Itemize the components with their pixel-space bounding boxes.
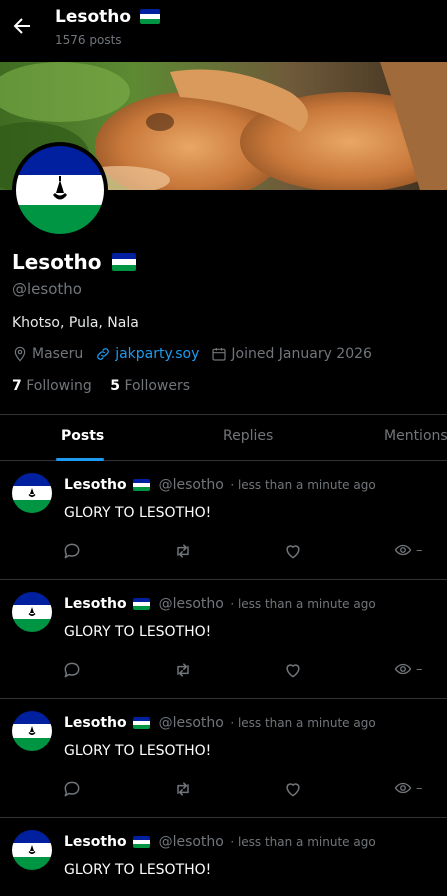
- post-author-name[interactable]: Lesotho: [64, 596, 127, 612]
- post-text: GLORY TO LESOTHO!: [64, 743, 212, 759]
- post-author-handle[interactable]: @lesotho: [159, 477, 224, 493]
- lesotho-flag-icon: [133, 717, 151, 729]
- post-text: GLORY TO LESOTHO!: [64, 862, 212, 878]
- follow-stats: 7 Following 5 Followers: [12, 378, 190, 394]
- eye-icon: [394, 544, 412, 556]
- lesotho-flag-icon: [133, 598, 151, 610]
- location: Maseru: [12, 346, 83, 362]
- post-avatar[interactable]: [12, 473, 52, 513]
- tab-mentions[interactable]: Mentions: [384, 428, 447, 444]
- view-count: –: [416, 661, 423, 677]
- profile-bio: Khotso, Pula, Nala: [12, 315, 139, 331]
- eye-icon: [394, 782, 412, 794]
- link-icon: [97, 348, 110, 360]
- joined-date: Joined January 2026: [211, 346, 372, 362]
- post-author-handle[interactable]: @lesotho: [159, 596, 224, 612]
- post-header: Lesotho @lesotho · less than a minute ag…: [64, 596, 376, 612]
- followers-link[interactable]: 5 Followers: [110, 378, 190, 394]
- repost-icon[interactable]: [173, 660, 193, 680]
- like-heart-icon[interactable]: [283, 779, 303, 799]
- post-header: Lesotho @lesotho · less than a minute ag…: [64, 477, 376, 493]
- followers-label: Followers: [124, 378, 191, 394]
- lesotho-flag-icon: [133, 836, 151, 848]
- post-header: Lesotho @lesotho · less than a minute ag…: [64, 834, 376, 850]
- profile-tabs: Posts Replies Mentions: [0, 414, 447, 461]
- post-author-handle[interactable]: @lesotho: [159, 834, 224, 850]
- post-timestamp[interactable]: · less than a minute ago: [230, 716, 375, 730]
- like-heart-icon[interactable]: [283, 660, 303, 680]
- post-author-handle[interactable]: @lesotho: [159, 715, 224, 731]
- post-text: GLORY TO LESOTHO!: [64, 624, 212, 640]
- post-header: Lesotho @lesotho · less than a minute ag…: [64, 715, 376, 731]
- post-avatar[interactable]: [12, 711, 52, 751]
- views[interactable]: –: [394, 541, 423, 559]
- lesotho-flag-icon: [112, 253, 137, 271]
- post-author-name[interactable]: Lesotho: [64, 715, 127, 731]
- joined-text: Joined January 2026: [231, 346, 372, 362]
- top-bar: Lesotho 1576 posts: [0, 0, 447, 62]
- eye-icon: [394, 663, 412, 675]
- followers-count: 5: [110, 378, 120, 394]
- profile-name-text: Lesotho: [12, 250, 102, 274]
- post-count: 1576 posts: [55, 33, 122, 47]
- post-text: GLORY TO LESOTHO!: [64, 505, 212, 521]
- tab-replies[interactable]: Replies: [223, 428, 273, 444]
- calendar-icon: [212, 348, 226, 361]
- lesotho-flag-icon: [140, 9, 160, 24]
- reply-icon[interactable]: [62, 541, 82, 561]
- post-item[interactable]: Lesotho @lesotho · less than a minute ag…: [0, 461, 447, 580]
- reply-icon[interactable]: [62, 660, 82, 680]
- website[interactable]: jakparty.soy: [95, 346, 199, 362]
- post-item[interactable]: Lesotho @lesotho · less than a minute ag…: [0, 580, 447, 699]
- post-item[interactable]: Lesotho @lesotho · less than a minute ag…: [0, 699, 447, 818]
- post-timestamp[interactable]: · less than a minute ago: [230, 478, 375, 492]
- reply-icon[interactable]: [62, 779, 82, 799]
- post-author-name[interactable]: Lesotho: [64, 834, 127, 850]
- post-avatar[interactable]: [12, 830, 52, 870]
- repost-icon[interactable]: [173, 779, 193, 799]
- back-arrow-icon[interactable]: [10, 14, 34, 38]
- profile-name: Lesotho: [12, 250, 137, 274]
- location-text: Maseru: [32, 346, 84, 362]
- post-timestamp[interactable]: · less than a minute ago: [230, 835, 375, 849]
- lesotho-flag-icon: [133, 479, 151, 491]
- post-item[interactable]: Lesotho @lesotho · less than a minute ag…: [0, 818, 447, 896]
- profile-avatar[interactable]: [12, 142, 108, 238]
- post-author-name[interactable]: Lesotho: [64, 477, 127, 493]
- following-label: Following: [26, 378, 92, 394]
- location-pin-icon: [14, 346, 26, 362]
- profile-handle: @lesotho: [12, 280, 82, 298]
- profile-meta: Maseru jakparty.soy Joined January 2026: [12, 346, 384, 362]
- header-title: Lesotho: [55, 7, 160, 27]
- following-count: 7: [12, 378, 22, 394]
- repost-icon[interactable]: [173, 541, 193, 561]
- post-avatar[interactable]: [12, 592, 52, 632]
- views[interactable]: –: [394, 660, 423, 678]
- website-link[interactable]: jakparty.soy: [115, 346, 199, 362]
- like-heart-icon[interactable]: [283, 541, 303, 561]
- views[interactable]: –: [394, 779, 423, 797]
- post-timestamp[interactable]: · less than a minute ago: [230, 597, 375, 611]
- view-count: –: [416, 780, 423, 796]
- following-link[interactable]: 7 Following: [12, 378, 96, 394]
- view-count: –: [416, 542, 423, 558]
- header-name: Lesotho: [55, 7, 132, 27]
- tab-posts[interactable]: Posts: [61, 428, 104, 444]
